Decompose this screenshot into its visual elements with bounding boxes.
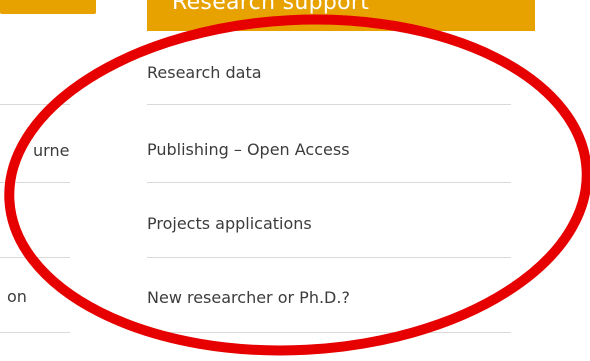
menu-divider — [147, 257, 511, 258]
page: urney on Research support Research data … — [0, 0, 590, 361]
research-support-menu: Research data Publishing – Open Access P… — [147, 0, 511, 361]
menu-divider — [147, 104, 511, 105]
left-divider — [0, 104, 70, 105]
menu-item-research-data[interactable]: Research data — [147, 63, 511, 103]
menu-item-publishing-open-access[interactable]: Publishing – Open Access — [147, 140, 511, 180]
menu-item-label: Research data — [147, 63, 262, 82]
menu-item-new-researcher[interactable]: New researcher or Ph.D.? — [147, 288, 511, 328]
menu-item-label: New researcher or Ph.D.? — [147, 288, 350, 307]
menu-item-label: Projects applications — [147, 214, 312, 233]
menu-divider — [147, 182, 511, 183]
left-column-list: urney on — [0, 0, 70, 361]
menu-item-projects-applications[interactable]: Projects applications — [147, 214, 511, 254]
left-divider — [0, 332, 70, 333]
menu-divider — [147, 332, 511, 333]
left-list-item[interactable]: urney — [0, 141, 70, 181]
left-divider — [0, 182, 70, 183]
left-divider — [0, 257, 70, 258]
left-list-item[interactable]: on — [0, 287, 70, 327]
left-list-item-label: on — [7, 287, 27, 306]
left-list-item-label: urney — [33, 141, 70, 160]
menu-item-label: Publishing – Open Access — [147, 140, 350, 159]
